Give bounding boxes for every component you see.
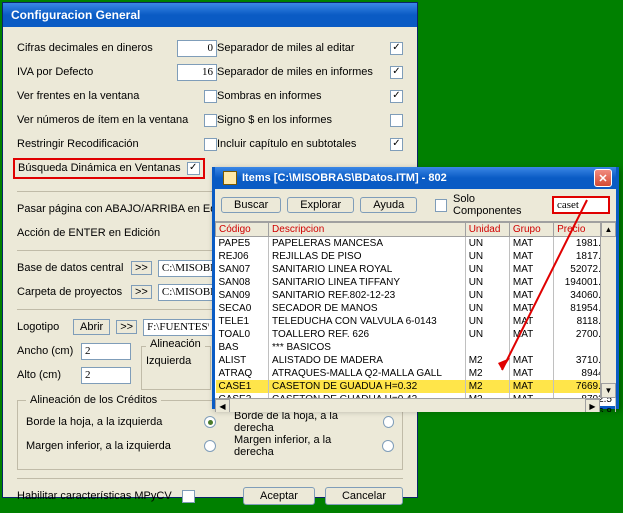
alto-label: Alto (cm) <box>17 369 75 381</box>
margenizq-radio[interactable] <box>204 440 216 452</box>
bordeder-radio[interactable] <box>383 416 394 428</box>
table-row[interactable]: SAN09SANITARIO REF.802-12-23UNMAT34060.4… <box>216 289 616 302</box>
sombras-label: Sombras en informes <box>217 90 322 102</box>
margender-label: Margen inferior, a la derecha <box>234 434 370 458</box>
col-descripcion[interactable]: Descripcion <box>269 223 466 237</box>
logotipo-browse-button[interactable]: >> <box>116 320 137 334</box>
basedatos-browse-button[interactable]: >> <box>131 261 152 275</box>
table-row[interactable]: BAS*** BASICOS0 <box>216 341 616 354</box>
vernumeros-checkbox[interactable] <box>204 114 217 127</box>
cancelar-button[interactable]: Cancelar <box>325 487 403 505</box>
items-icon <box>223 171 237 185</box>
carpeta-browse-button[interactable]: >> <box>131 285 152 299</box>
table-row[interactable]: SAN07SANITARIO LINEA ROYALUNMAT52072.85 <box>216 263 616 276</box>
solocomp-checkbox[interactable] <box>435 199 447 212</box>
verfrentes-checkbox[interactable] <box>204 90 217 103</box>
margenizq-label: Margen inferior, a la izquierda <box>26 440 171 452</box>
logotipo-path[interactable] <box>143 319 213 336</box>
margender-radio[interactable] <box>382 440 394 452</box>
vernumeros-label: Ver números de ítem en la ventana <box>17 114 188 126</box>
sepinformes-label: Separador de miles en informes <box>217 66 373 78</box>
accionenter-label: Acción de ENTER en Edición <box>17 227 160 239</box>
restringir-checkbox[interactable] <box>204 138 217 151</box>
logotipo-label: Logotipo <box>17 321 67 333</box>
table-row[interactable]: CASE1CASETON DE GUADUA H=0.32M2MAT7669.7… <box>216 380 616 393</box>
horizontal-scrollbar[interactable]: ◀ ▶ <box>215 398 600 412</box>
decimales-input[interactable] <box>177 40 217 57</box>
basedatos-label: Base de datos central <box>17 262 125 274</box>
busqueda-label: Búsqueda Dinámica en Ventanas <box>18 162 181 174</box>
iva-label: IVA por Defecto <box>17 66 93 78</box>
creditos-title: Alineación de los Créditos <box>26 394 161 406</box>
restringir-label: Restringir Recodificación <box>17 138 139 150</box>
sepeditar-label: Separador de miles al editar <box>217 42 355 54</box>
bordeizq-label: Borde la hoja, a la izquierda <box>26 416 162 428</box>
iva-input[interactable] <box>177 64 217 81</box>
busqueda-checkbox[interactable]: ✓ <box>187 162 200 175</box>
verfrentes-label: Ver frentes en la ventana <box>17 90 139 102</box>
table-row[interactable]: PAPE5PAPELERAS MANCESAUNMAT1981.45 <box>216 237 616 250</box>
col-grupo[interactable]: Grupo <box>509 223 553 237</box>
incluir-label: Incluir capítulo en subtotales <box>217 138 356 150</box>
alineacion-group-label: Alineación <box>146 338 205 350</box>
sepinformes-checkbox[interactable]: ✓ <box>390 66 403 79</box>
busqueda-highlight: Búsqueda Dinámica en Ventanas ✓ <box>13 158 205 179</box>
pasar-label: Pasar página con ABAJO/ARRIBA en Edición <box>17 203 239 215</box>
ancho-input[interactable] <box>81 343 131 360</box>
explorar-button[interactable]: Explorar <box>287 197 354 213</box>
scroll-down-icon[interactable]: ▼ <box>601 383 616 398</box>
close-button[interactable]: ✕ <box>594 169 612 187</box>
signo-checkbox[interactable] <box>390 114 403 127</box>
config-title: Configuracion General <box>11 8 140 22</box>
table-row[interactable]: TOAL0TOALLERO REF. 626UNMAT2700.78 <box>216 328 616 341</box>
aceptar-button[interactable]: Aceptar <box>243 487 315 505</box>
items-title: Items [C:\MISOBRAS\BDatos.ITM] - 802 <box>242 172 447 184</box>
scroll-right-icon[interactable]: ▶ <box>585 399 600 412</box>
grid-wrap: Código Descripcion Unidad Grupo Precio P… <box>215 222 616 412</box>
scroll-up-icon[interactable]: ▲ <box>601 222 616 237</box>
abrir-button[interactable]: Abrir <box>73 319 110 335</box>
items-window: Items [C:\MISOBRAS\BDatos.ITM] - 802 ✕ B… <box>212 167 619 409</box>
alineacion-value: Izquierda <box>146 355 206 367</box>
items-toolbar: Buscar Explorar Ayuda Solo Componentes <box>215 189 616 222</box>
decimales-label: Cifras decimales en dineros <box>17 42 153 54</box>
bordeizq-radio[interactable] <box>204 416 216 428</box>
solocomp-label: Solo Componentes <box>453 193 540 217</box>
bordeder-label: Borde de la hoja, a la derecha <box>234 410 371 434</box>
col-unidad[interactable]: Unidad <box>465 223 509 237</box>
table-row[interactable]: ATRAQATRAQUES-MALLA Q2-MALLA GALLM2MAT89… <box>216 367 616 380</box>
vertical-scrollbar[interactable]: ▲ ▼ <box>600 222 616 398</box>
habilitar-label: Habilitar características MPyCV <box>17 490 172 502</box>
search-input[interactable] <box>552 196 610 214</box>
table-row[interactable]: TELE1TELEDUCHA CON VALVULA 6-0143UNMAT81… <box>216 315 616 328</box>
carpeta-label: Carpeta de proyectos <box>17 286 125 298</box>
ayuda-button[interactable]: Ayuda <box>360 197 417 213</box>
ancho-label: Ancho (cm) <box>17 345 75 357</box>
sombras-checkbox[interactable]: ✓ <box>390 90 403 103</box>
config-titlebar: Configuracion General <box>3 3 417 27</box>
table-row[interactable]: SECA0SECADOR DE MANOSUNMAT81954.28 <box>216 302 616 315</box>
alto-input[interactable] <box>81 367 131 384</box>
table-row[interactable]: SAN08SANITARIO LINEA TIFFANYUNMAT194001.… <box>216 276 616 289</box>
table-row[interactable]: ALISTALISTADO DE MADERAM2MAT3710.94 <box>216 354 616 367</box>
sepeditar-checkbox[interactable]: ✓ <box>390 42 403 55</box>
signo-label: Signo $ en los informes <box>217 114 332 126</box>
buscar-button[interactable]: Buscar <box>221 197 281 213</box>
scroll-left-icon[interactable]: ◀ <box>215 399 230 412</box>
incluir-checkbox[interactable]: ✓ <box>390 138 403 151</box>
items-titlebar: Items [C:\MISOBRAS\BDatos.ITM] - 802 ✕ <box>215 167 616 189</box>
items-grid[interactable]: Código Descripcion Unidad Grupo Precio P… <box>215 222 616 412</box>
col-codigo[interactable]: Código <box>216 223 269 237</box>
table-row[interactable]: REJ06REJILLAS DE PISOUNMAT1817.88 <box>216 250 616 263</box>
